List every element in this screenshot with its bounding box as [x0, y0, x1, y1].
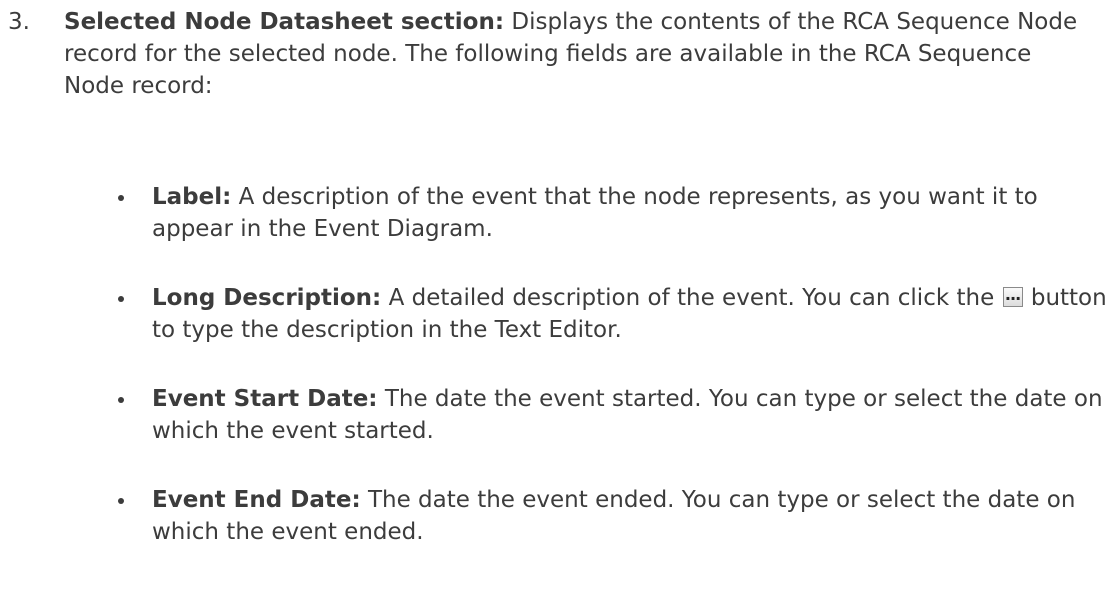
field-description: A description of the event that the node… [152, 184, 1038, 242]
bullet-icon [118, 296, 124, 302]
bullet-icon [118, 195, 124, 201]
item-body: Selected Node Datasheet section: Display… [64, 6, 1098, 102]
bullet-icon [118, 397, 124, 403]
numbered-item-3: 3. Selected Node Datasheet section: Disp… [8, 6, 1098, 102]
field-term: Event End Date: [152, 487, 361, 513]
ellipsis-button-label: ... [1004, 285, 1021, 304]
field-term: Event Start Date: [152, 386, 378, 412]
help-page: 3. Selected Node Datasheet section: Disp… [0, 0, 1117, 607]
field-item-event-start-date: Event Start Date: The date the event sta… [118, 383, 1108, 447]
field-item-label: Label: A description of the event that t… [118, 181, 1108, 245]
item-number: 3. [8, 9, 30, 35]
field-item-long-description: Long Description: A detailed description… [118, 282, 1108, 346]
field-list: Label: A description of the event that t… [118, 181, 1108, 585]
item-title: Selected Node Datasheet section: [64, 9, 505, 35]
field-term: Long Description: [152, 285, 382, 311]
ellipsis-button-icon: ... [1002, 285, 1023, 307]
field-term: Label: [152, 184, 232, 210]
bullet-icon [118, 498, 124, 504]
field-item-event-end-date: Event End Date: The date the event ended… [118, 484, 1108, 548]
field-description: A detailed description of the event. You… [381, 285, 1002, 311]
